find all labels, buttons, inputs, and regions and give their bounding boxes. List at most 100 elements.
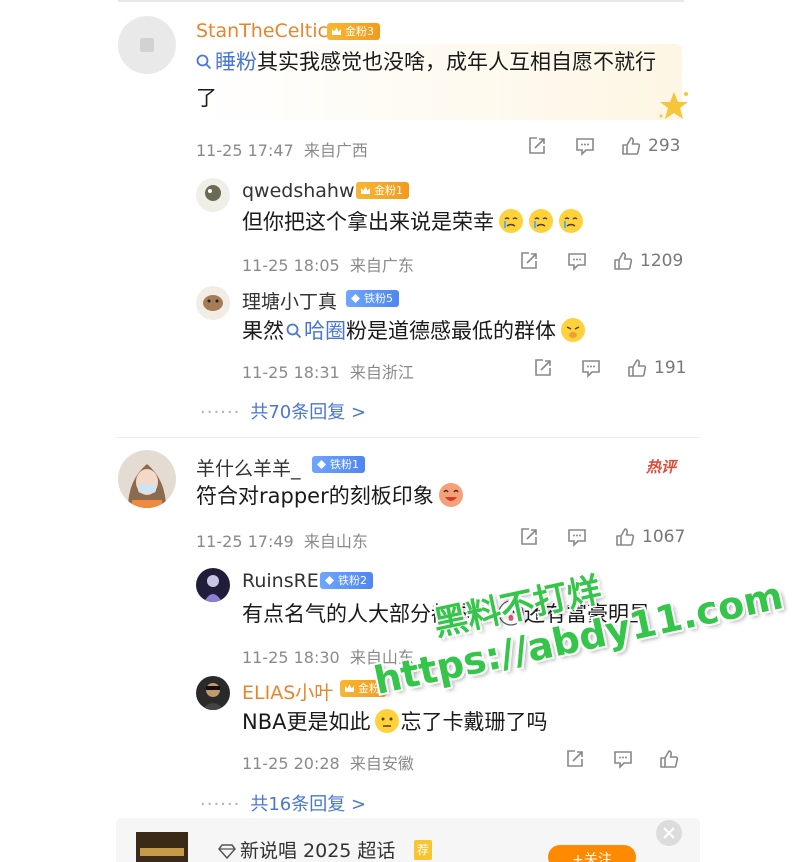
reply-button[interactable]	[612, 748, 634, 770]
reply-text-before: 果然	[242, 319, 284, 343]
comment-icon	[582, 360, 600, 378]
crying-emoji-icon	[559, 209, 583, 233]
search-icon	[196, 54, 212, 70]
more-replies-label: 共16条回复 >	[250, 794, 367, 815]
thumbs-up-icon	[628, 359, 647, 377]
more-replies-link[interactable]: ······ 共16条回复 >	[200, 790, 366, 816]
share-button[interactable]	[518, 526, 540, 548]
topic-thumbnail	[136, 832, 188, 862]
diamond-icon	[325, 576, 334, 585]
reply-time: 11-25 20:28	[242, 754, 340, 773]
reply-username[interactable]: RuinsRE	[242, 570, 319, 592]
avatar[interactable]	[118, 16, 176, 74]
close-button[interactable]	[656, 820, 682, 846]
crying-emoji-icon	[499, 209, 523, 233]
comment-meta: 11-25 17:49 来自山东	[196, 528, 368, 552]
reply-location: 来自广东	[349, 256, 414, 275]
reply-username[interactable]: qwedshahw	[242, 180, 355, 202]
comment-text-body: 符合对rapper的刻板印象	[196, 484, 434, 508]
reply-text: 果然 哈圈粉是道德感最低的群体	[242, 313, 586, 349]
avatar-image-icon	[196, 286, 230, 320]
avatar-image-icon	[196, 676, 230, 710]
reply-button[interactable]	[580, 357, 602, 379]
like-button[interactable]	[658, 748, 680, 770]
avatar[interactable]	[196, 568, 230, 602]
comment-text-body: 其实我感觉也没啥，成年人互相自愿不就行	[257, 50, 656, 74]
topic-title-label: 新说唱 2025 超话	[240, 840, 396, 862]
super-fan-star-icon	[659, 92, 688, 119]
reply-text: 但你把这个拿出来说是荣幸	[242, 204, 584, 240]
like-button[interactable]: 191	[626, 357, 686, 379]
laughing-emoji-icon	[438, 483, 463, 507]
comment-text: 睡粉其实我感觉也没啥，成年人互相自愿不就行	[196, 44, 656, 80]
like-count: 1209	[640, 251, 684, 271]
follow-button[interactable]: +关注	[548, 845, 636, 862]
reply-username[interactable]: ELIAS小叶	[242, 678, 333, 705]
comment-time: 11-25 17:49	[196, 532, 294, 551]
reply-location: 来自浙江	[349, 363, 414, 382]
fan-badge: 铁粉5	[346, 290, 399, 307]
reply-username[interactable]: 理塘小丁真	[242, 287, 337, 314]
comment-icon	[614, 751, 632, 769]
badge-label: 金粉3	[345, 25, 374, 38]
reply-text-after: 粉是道德感最低的群体	[346, 319, 556, 343]
diamond-icon	[351, 294, 360, 303]
reply-meta: 11-25 20:28 来自安徽	[242, 750, 414, 774]
badge-label: 金粉1	[374, 184, 403, 197]
reply-location: 来自安徽	[349, 754, 414, 773]
reply-time: 11-25 18:31	[242, 363, 340, 382]
comment-text-line2: 了	[196, 86, 217, 110]
badge-label: 铁粉5	[364, 292, 393, 305]
topic-link[interactable]: 睡粉	[215, 50, 257, 74]
comment-text: 符合对rapper的刻板印象	[196, 478, 464, 514]
comment-time: 11-25 17:47	[196, 141, 294, 160]
avatar[interactable]	[196, 178, 230, 212]
badge-label: 铁粉2	[338, 574, 367, 587]
comment-location: 来自山东	[303, 532, 368, 551]
comment-icon	[576, 138, 594, 156]
fan-badge: 金粉3	[327, 23, 380, 40]
thumbs-up-icon	[616, 528, 635, 546]
reply-button[interactable]	[566, 526, 588, 548]
comment-divider	[116, 437, 700, 438]
avatar[interactable]	[118, 450, 176, 508]
comment-username[interactable]: 羊什么羊羊_	[196, 454, 301, 481]
share-button[interactable]	[518, 250, 540, 272]
comment-username[interactable]: StanTheCeltic	[196, 20, 328, 42]
comment-meta: 11-25 17:47 来自广西	[196, 137, 368, 161]
like-button[interactable]: 1209	[612, 250, 683, 272]
reply-button[interactable]	[566, 250, 588, 272]
reply-button[interactable]	[574, 135, 596, 157]
crown-icon	[332, 27, 341, 35]
fan-badge: 金粉1	[356, 182, 409, 199]
thumbs-up-icon	[660, 750, 679, 768]
hot-comment-tag: 热评	[646, 458, 677, 476]
like-count: 191	[654, 358, 687, 378]
avatar[interactable]	[196, 676, 230, 710]
avatar-image-icon	[196, 178, 230, 212]
topic-link[interactable]: 哈圈	[304, 319, 346, 343]
avatar-photo-icon	[118, 450, 176, 508]
like-count: 293	[648, 136, 681, 156]
diamond-icon	[218, 844, 236, 860]
share-icon	[521, 528, 537, 545]
share-button[interactable]	[564, 748, 586, 770]
reply-time: 11-25 18:30	[242, 648, 340, 667]
reply-time: 11-25 18:05	[242, 256, 340, 275]
recommend-tag: 荐	[414, 840, 432, 860]
comment-location: 来自广西	[303, 141, 368, 160]
topic-cover-icon	[136, 832, 188, 862]
like-button[interactable]: 293	[620, 135, 680, 157]
badge-label: 铁粉1	[330, 458, 359, 471]
more-replies-link[interactable]: ······ 共70条回复 >	[200, 398, 366, 424]
avatar[interactable]	[196, 286, 230, 320]
topic-title[interactable]: 新说唱 2025 超话	[218, 836, 395, 862]
dots-icon: ······	[200, 402, 241, 423]
crown-icon	[361, 186, 370, 194]
avatar-placeholder-icon	[118, 16, 176, 74]
share-button[interactable]	[526, 135, 548, 157]
diamond-icon	[317, 460, 326, 469]
share-button[interactable]	[532, 357, 554, 379]
crying-emoji-icon	[529, 209, 553, 233]
avatar-image-icon	[196, 568, 230, 602]
